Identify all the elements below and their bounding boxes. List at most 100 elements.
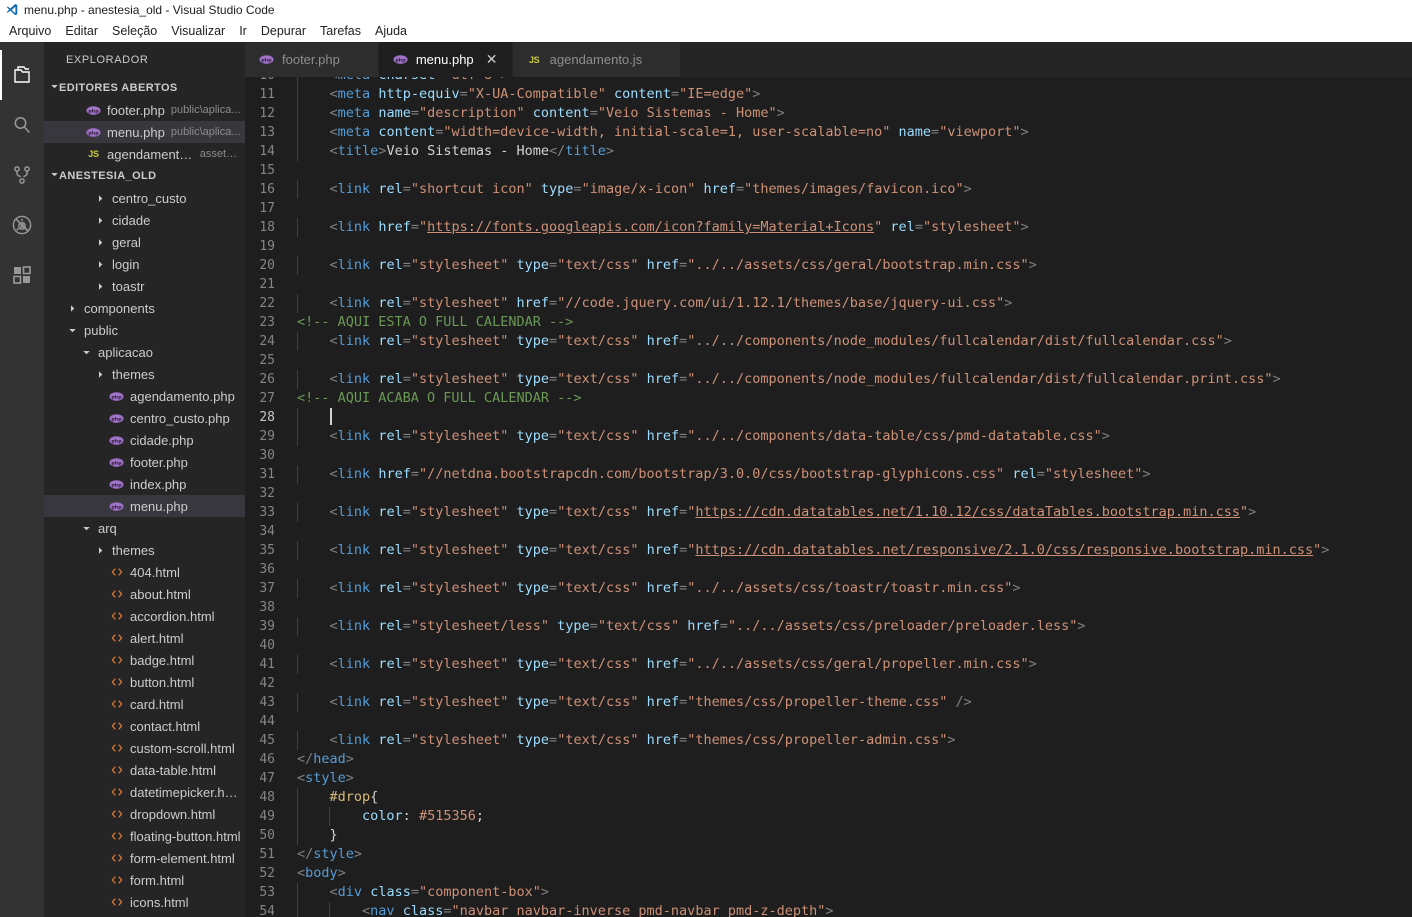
open-editor-path: public\aplica... — [170, 126, 241, 138]
tree-item[interactable]: geral — [44, 231, 245, 253]
tree-item[interactable]: card.html — [44, 693, 245, 715]
tree-item[interactable]: data-table.html — [44, 759, 245, 781]
tree-item[interactable]: themes — [44, 363, 245, 385]
tree-item[interactable]: accordion.html — [44, 605, 245, 627]
code-token: = — [402, 504, 411, 520]
code-line: 51 </style> — [245, 845, 1412, 864]
line-number: 27 — [259, 391, 275, 406]
code-token: rel — [378, 694, 403, 710]
search-icon[interactable] — [0, 100, 44, 150]
code-token: rel — [378, 295, 403, 311]
menu-tarefas[interactable]: Tarefas — [313, 22, 368, 40]
tree-item[interactable]: custom-scroll.html — [44, 737, 245, 759]
code-token: = — [719, 618, 728, 634]
code-token[interactable]: https://cdn.datatables.net/responsive/2.… — [695, 542, 1313, 558]
tree-item[interactable]: floating-button.html — [44, 825, 245, 847]
tree-item[interactable]: form-element.html — [44, 847, 245, 869]
tree-item[interactable]: php menu.php — [44, 495, 245, 517]
menu-ir[interactable]: Ir — [232, 22, 254, 40]
code-text: <link rel="stylesheet" type="text/css" h… — [297, 256, 1412, 275]
php-icon: php — [84, 103, 103, 118]
tree-item[interactable]: public — [44, 319, 245, 341]
open-editor-item[interactable]: JS agendamento.js assets\... — [44, 143, 245, 165]
tree-item[interactable]: php agendamento.php — [44, 385, 245, 407]
code-token: = — [736, 181, 745, 197]
code-token: rel — [378, 371, 403, 387]
open-editors-section[interactable]: EDITORES ABERTOS — [44, 77, 245, 99]
code-lines: 10 <meta charset="utf-8">11 <meta http-e… — [245, 77, 1412, 917]
source-control-icon[interactable] — [0, 150, 44, 200]
tree-item[interactable]: about.html — [44, 583, 245, 605]
tree-item[interactable]: dropdown.html — [44, 803, 245, 825]
svg-text:php: php — [88, 108, 99, 114]
tree-item[interactable]: badge.html — [44, 649, 245, 671]
open-editor-item[interactable]: php footer.php public\aplica... — [44, 99, 245, 121]
open-editors-section-label: EDITORES ABERTOS — [59, 82, 178, 94]
menu-selecao[interactable]: Seleção — [105, 22, 164, 40]
tree-item[interactable]: form.html — [44, 869, 245, 891]
tree-item[interactable]: contact.html — [44, 715, 245, 737]
tree-item[interactable]: toastr — [44, 275, 245, 297]
chevron-down-icon — [66, 326, 79, 335]
tree-item[interactable]: 404.html — [44, 561, 245, 583]
code-token: href — [646, 656, 680, 672]
menu-ajuda[interactable]: Ajuda — [368, 22, 414, 40]
code-token: rel — [378, 428, 403, 444]
code-token[interactable]: https://cdn.datatables.net/1.10.12/css/d… — [695, 504, 1240, 520]
code-token: < — [329, 542, 338, 558]
code-token: = — [402, 295, 411, 311]
code-token: " — [418, 219, 428, 235]
tree-item[interactable]: themes — [44, 539, 245, 561]
editor-tab[interactable]: JSagendamento.js✕ — [512, 42, 682, 77]
code-token: = — [402, 181, 411, 197]
menu-visualizar[interactable]: Visualizar — [164, 22, 232, 40]
code-text: <div class="component-box"> — [297, 883, 1412, 902]
code-token: link — [337, 504, 371, 520]
tree-item[interactable]: php cidade.php — [44, 429, 245, 451]
code-editor[interactable]: 10 <meta charset="utf-8">11 <meta http-e… — [245, 77, 1412, 917]
code-token[interactable]: https://fonts.googleapis.com/icon?family… — [427, 219, 874, 235]
tree-item[interactable]: centro_custo — [44, 187, 245, 209]
tree-item[interactable]: alert.html — [44, 627, 245, 649]
debug-icon[interactable] — [0, 200, 44, 250]
tree-item[interactable]: arq — [44, 517, 245, 539]
tree-item[interactable]: php footer.php — [44, 451, 245, 473]
tree-item[interactable]: icons.html — [44, 891, 245, 913]
editor-tab[interactable]: php menu.php ✕ — [378, 42, 513, 77]
code-token: #515356 — [418, 808, 476, 824]
tree-item[interactable]: aplicacao — [44, 341, 245, 363]
editor-tabs[interactable]: php footer.php ✕php menu.php ✕ JS agendamento.… — [245, 42, 1412, 77]
editor-tab[interactable]: phpfooter.php✕ — [245, 42, 379, 77]
tree-item[interactable]: button.html — [44, 671, 245, 693]
menu-depurar[interactable]: Depurar — [254, 22, 313, 40]
code-token: rel — [378, 181, 403, 197]
indent-guide — [329, 902, 331, 917]
tree-item[interactable]: login — [44, 253, 245, 275]
close-icon[interactable]: ✕ — [484, 51, 500, 68]
extensions-icon[interactable] — [0, 250, 44, 300]
svg-text:php: php — [111, 482, 122, 488]
tree-item[interactable]: components — [44, 297, 245, 319]
indent-guide — [297, 902, 298, 917]
code-token: > — [1028, 656, 1037, 672]
editor-tab-label: agendamento.js — [549, 52, 643, 67]
menu-editar[interactable]: Editar — [58, 22, 105, 40]
svg-text:php: php — [88, 130, 99, 136]
code-text: <link rel="shortcut icon" type="image/x-… — [297, 180, 1412, 199]
tree-item[interactable]: datetimepicker.html — [44, 781, 245, 803]
menu-arquivo[interactable]: Arquivo — [2, 22, 58, 40]
explorer-icon[interactable] — [0, 50, 44, 100]
tree-item[interactable]: php index.php — [44, 473, 245, 495]
line-number: 23 — [259, 315, 275, 330]
tree-item[interactable]: php centro_custo.php — [44, 407, 245, 429]
php-icon: php — [107, 499, 126, 514]
code-token: < — [330, 77, 338, 83]
line-number: 21 — [259, 277, 275, 292]
open-editor-item[interactable]: php menu.php public\aplica... — [44, 121, 245, 143]
project-section[interactable]: ANESTESIA_OLD — [44, 165, 245, 187]
file-tree[interactable]: EDITORES ABERTOS php footer.php public\apli… — [44, 77, 245, 917]
tree-item[interactable]: cidade — [44, 209, 245, 231]
code-text: <link rel="stylesheet" type="text/css" h… — [297, 427, 1412, 446]
